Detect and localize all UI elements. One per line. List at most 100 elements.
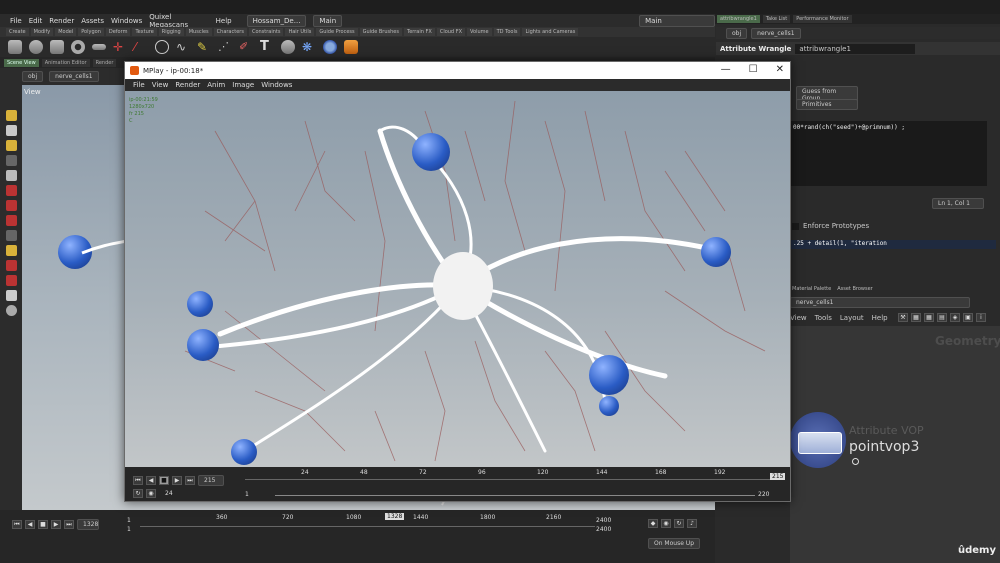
mplay-track[interactable] [245, 479, 780, 480]
range-start[interactable]: 1 [127, 517, 131, 524]
key-icon[interactable]: ◆ [648, 519, 658, 528]
torus-tool-icon[interactable] [71, 40, 85, 54]
scale-tool-icon[interactable] [5, 215, 17, 226]
tab-performance-monitor[interactable]: Performance Monitor [793, 15, 852, 23]
circle-tool-icon[interactable] [155, 40, 169, 54]
network-path[interactable]: nerve_cells1 [790, 297, 970, 308]
mplay-menu-image[interactable]: Image [232, 81, 254, 89]
mplay-frame-field[interactable]: 215 [198, 475, 224, 486]
flipbook-tool-icon[interactable] [5, 245, 17, 256]
menu-file[interactable]: File [10, 17, 22, 25]
mplay-image-view[interactable]: ip-00:21:59 1280x720 fr 215 C [125, 91, 790, 467]
menu-help[interactable]: Help [216, 17, 232, 25]
mplay-jump-start-button[interactable]: ⏮ [133, 476, 143, 485]
net-menu-tools[interactable]: Tools [815, 314, 832, 322]
param-path-nerve-cells[interactable]: nerve_cells1 [751, 27, 801, 39]
tab-material-palette[interactable]: Material Palette [792, 286, 831, 292]
mplay-frame-marker[interactable]: 215 [770, 473, 786, 480]
grid-icon[interactable]: ▦ [924, 313, 934, 322]
jump-start-button[interactable]: ⏮ [12, 520, 22, 529]
mplay-menu-windows[interactable]: Windows [261, 81, 292, 89]
select-tool-icon[interactable] [5, 110, 17, 121]
mplay-realtime-icon[interactable]: ◉ [146, 489, 156, 498]
move-tool-icon[interactable] [5, 185, 17, 196]
wrench-icon[interactable]: ⚒ [898, 313, 908, 322]
maximize-icon[interactable]: ☐ [749, 64, 758, 76]
mplay-menu-render[interactable]: Render [175, 81, 200, 89]
shelf-tab-texture[interactable]: Texture [132, 28, 157, 36]
close-icon[interactable]: ✕ [776, 64, 784, 76]
frame-marker[interactable]: 1328 [385, 513, 405, 520]
shelf-tab-lights-cameras[interactable]: Lights and Cameras [522, 28, 579, 36]
path-obj[interactable]: obj [22, 71, 44, 82]
line-tool-icon[interactable]: ⁄ [134, 40, 148, 54]
pose-tool-icon[interactable] [5, 155, 17, 166]
vop-node-icon[interactable] [798, 432, 842, 454]
shelf-tab-modify[interactable]: Modify [30, 28, 54, 36]
shelf-tab-hair-utils[interactable]: Hair Utils [285, 28, 315, 36]
shelf-tab-polygon[interactable]: Polygon [78, 28, 104, 36]
mplay-menu-anim[interactable]: Anim [207, 81, 225, 89]
tab-attribwrangle[interactable]: attribwrangle1 [717, 15, 760, 23]
jump-end-button[interactable]: ⏭ [64, 520, 74, 529]
shelf-tab-model[interactable]: Model [55, 28, 77, 36]
menu-render[interactable]: Render [49, 17, 74, 25]
shelf-tab-rigging[interactable]: Rigging [158, 28, 184, 36]
current-frame-field[interactable]: 1328 [77, 519, 99, 530]
mplay-menu-view[interactable]: View [152, 81, 169, 89]
mplay-stop-button[interactable]: ■ [159, 476, 169, 485]
mplay-loop-icon[interactable]: ↻ [133, 489, 143, 498]
snap-tool-icon[interactable] [5, 230, 17, 241]
sphere-tool-icon[interactable] [29, 40, 43, 54]
file-tool-icon[interactable] [344, 40, 358, 54]
platonic-tool-icon[interactable] [281, 40, 295, 54]
node-flag-icon[interactable] [852, 458, 859, 465]
menu-assets[interactable]: Assets [81, 17, 104, 25]
brush-tool-icon[interactable] [5, 140, 17, 151]
box-tool-icon[interactable] [8, 40, 22, 54]
draw-curve-tool-icon[interactable]: ✎ [197, 40, 211, 54]
path-tool-icon[interactable]: ⋰ [218, 40, 232, 54]
menu-windows[interactable]: Windows [111, 17, 142, 25]
rotate-tool-icon[interactable] [5, 200, 17, 211]
shelf-tab-muscles[interactable]: Muscles [185, 28, 212, 36]
timeline-track[interactable] [140, 526, 595, 527]
magnet-tool-icon[interactable] [5, 275, 17, 286]
range-start-2[interactable]: 1 [127, 526, 131, 533]
net-menu-help[interactable]: Help [872, 314, 888, 322]
step-back-button[interactable]: ◀ [25, 520, 35, 529]
net-menu-layout[interactable]: Layout [840, 314, 864, 322]
camera-tool-icon[interactable] [5, 260, 17, 271]
loop-icon[interactable]: ↻ [674, 519, 684, 528]
layout-icon[interactable]: ▦ [911, 313, 921, 322]
shelf-tab-guide-brushes[interactable]: Guide Brushes [359, 28, 402, 36]
metaball-tool-icon[interactable] [323, 40, 337, 54]
tab-animation-editor[interactable]: Animation Editor [41, 58, 90, 67]
null-tool-icon[interactable]: ✛ [113, 40, 127, 54]
lsystem-tool-icon[interactable]: ❋ [302, 40, 316, 54]
play-button[interactable]: ▶ [51, 520, 61, 529]
mplay-fps[interactable]: 24 [165, 490, 173, 497]
param-path-obj[interactable]: obj [726, 27, 748, 39]
shelf-tab-guide-process[interactable]: Guide Process [316, 28, 358, 36]
curve-tool-icon[interactable]: ∿ [176, 40, 190, 54]
node-name-field[interactable]: attribwrangle1 [795, 43, 916, 54]
mplay-range-end[interactable]: 220 [758, 491, 769, 498]
main-selector[interactable]: Main [313, 14, 343, 27]
path-nerve-cells[interactable]: nerve_cells1 [49, 71, 99, 82]
grid-tool-icon[interactable] [92, 44, 106, 50]
node-name-label[interactable]: pointvop3 [849, 439, 919, 455]
view-label[interactable]: View [24, 88, 41, 96]
run-over-select[interactable]: Primitives [796, 99, 858, 110]
spray-paint-tool-icon[interactable]: ✐ [239, 40, 253, 54]
font-tool-icon[interactable]: T [260, 40, 274, 54]
tab-scene-view[interactable]: Scene View [4, 58, 39, 67]
minimize-icon[interactable]: — [721, 64, 731, 76]
mplay-jump-end-button[interactable]: ⏭ [185, 476, 195, 485]
light-tool-icon[interactable] [5, 290, 17, 301]
shelf-tab-deform[interactable]: Deform [105, 28, 131, 36]
audio-icon[interactable]: ♪ [687, 519, 697, 528]
mplay-menu-file[interactable]: File [133, 81, 145, 89]
shelf-tab-volume[interactable]: Volume [467, 28, 492, 36]
shelf-tab-create[interactable]: Create [6, 28, 29, 36]
